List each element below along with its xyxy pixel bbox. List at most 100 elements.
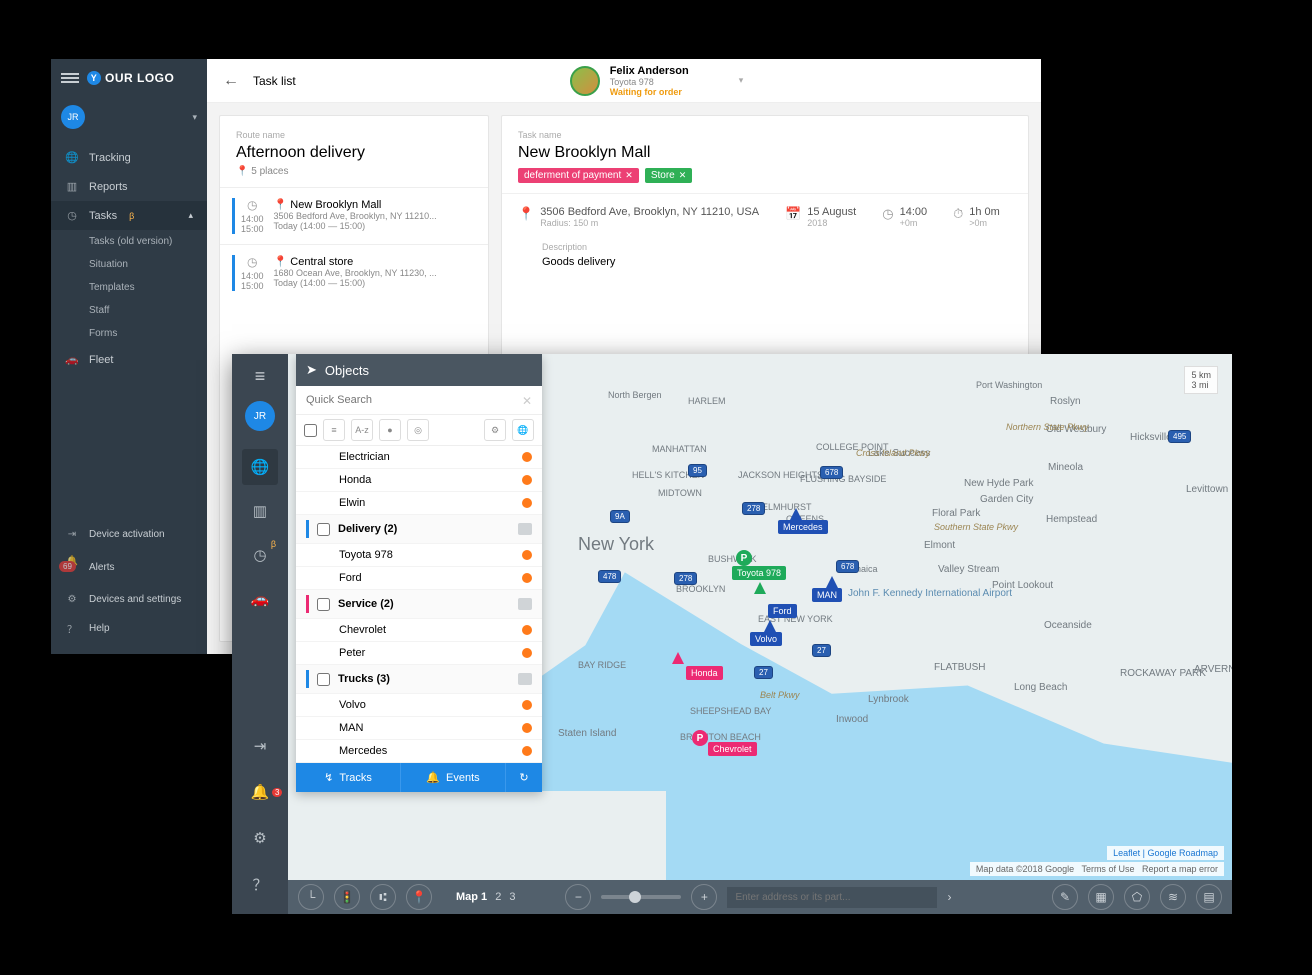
- group-checkbox[interactable]: [317, 673, 330, 686]
- ruler-button[interactable]: └: [298, 884, 324, 910]
- target-icon[interactable]: ◎: [407, 419, 429, 441]
- task-address: 📍 3506 Bedford Ave, Brooklyn, NY 11210, …: [518, 206, 759, 228]
- close-icon[interactable]: ✕: [625, 170, 633, 181]
- object-item[interactable]: Peter: [296, 642, 542, 665]
- map-pin[interactable]: P: [736, 550, 752, 566]
- object-group[interactable]: Delivery (2): [296, 515, 542, 544]
- vehicle-marker[interactable]: Chevrolet: [708, 742, 757, 756]
- route-task-item[interactable]: ◷14:0015:00 📍 Central store 1680 Ocean A…: [220, 244, 488, 301]
- nav-fleet[interactable]: 🚗: [242, 581, 278, 617]
- nav-fleet[interactable]: 🚗Fleet: [51, 345, 207, 374]
- geofence-button[interactable]: ▦: [1088, 884, 1114, 910]
- map-attribution[interactable]: Map data ©2018 Google Terms of Use Repor…: [970, 862, 1224, 876]
- poi-button[interactable]: ⬠: [1124, 884, 1150, 910]
- nav-situation[interactable]: Situation: [51, 253, 207, 276]
- select-all-checkbox[interactable]: [304, 424, 317, 437]
- history-button[interactable]: ↻: [506, 763, 542, 792]
- map-tab[interactable]: Map 1: [456, 891, 487, 903]
- group-checkbox[interactable]: [317, 523, 330, 536]
- route-task-item[interactable]: ◷14:0015:00 📍 New Brooklyn Mall 3506 Bed…: [220, 187, 488, 244]
- vehicle-marker[interactable]: Ford: [768, 604, 797, 618]
- menu-icon[interactable]: [61, 71, 79, 85]
- nav-alerts[interactable]: 🔔3: [242, 774, 278, 810]
- zoom-out-button[interactable]: −: [565, 884, 591, 910]
- nav-tasks[interactable]: ◷Tasksβ▴: [51, 201, 207, 230]
- back-button[interactable]: ←: [223, 72, 239, 90]
- message-icon[interactable]: [518, 523, 532, 535]
- nav-settings[interactable]: ⚙: [242, 820, 278, 856]
- map-tab[interactable]: 3: [509, 891, 515, 903]
- vehicle-marker[interactable]: Volvo: [750, 632, 782, 646]
- menu-icon[interactable]: ≡: [255, 366, 266, 387]
- nav-forms[interactable]: Forms: [51, 322, 207, 345]
- object-group[interactable]: Service (2): [296, 590, 542, 619]
- map-scale: 5 km3 mi: [1184, 366, 1218, 394]
- group-checkbox[interactable]: [317, 598, 330, 611]
- object-item[interactable]: Elwin: [296, 492, 542, 515]
- map-tab[interactable]: 2: [495, 891, 501, 903]
- object-item[interactable]: Electrician: [296, 446, 542, 469]
- map-attribution[interactable]: Leaflet | Google Roadmap: [1107, 846, 1224, 860]
- settings-icon[interactable]: ⚙: [484, 419, 506, 441]
- zoom-in-button[interactable]: +: [691, 884, 717, 910]
- nav-templates[interactable]: Templates: [51, 276, 207, 299]
- traffic-button[interactable]: 🚦: [334, 884, 360, 910]
- globe-icon[interactable]: 🌐: [512, 419, 534, 441]
- status-filter-icon[interactable]: ●: [379, 419, 401, 441]
- tab-events[interactable]: 🔔Events: [401, 763, 506, 792]
- nav-devices[interactable]: ⚙Devices and settings: [51, 586, 207, 613]
- vehicle-marker[interactable]: Mercedes: [778, 520, 828, 534]
- grid-button[interactable]: ▤: [1196, 884, 1222, 910]
- message-icon[interactable]: [518, 598, 532, 610]
- close-icon[interactable]: ✕: [679, 170, 687, 181]
- object-item[interactable]: Toyota 978: [296, 544, 542, 567]
- nav-reports[interactable]: ▥Reports: [51, 172, 207, 201]
- driver-selector[interactable]: Felix Anderson Toyota 978 Waiting for or…: [570, 65, 744, 97]
- task-tag[interactable]: Store✕: [645, 168, 692, 183]
- nav-device-activation[interactable]: ⇥: [242, 728, 278, 764]
- route-label: Route name: [236, 130, 472, 140]
- nav-staff[interactable]: Staff: [51, 299, 207, 322]
- user-avatar[interactable]: JR: [245, 401, 275, 431]
- message-icon[interactable]: [518, 673, 532, 685]
- sort-button[interactable]: A-z: [351, 419, 373, 441]
- app-logo: Y OUR LOGO: [87, 71, 174, 85]
- task-tag[interactable]: deferment of payment✕: [518, 168, 639, 183]
- nav-help[interactable]: ？Help: [51, 613, 207, 644]
- object-item[interactable]: Chevrolet: [296, 619, 542, 642]
- help-icon: ？: [65, 621, 79, 636]
- address-input[interactable]: [727, 887, 937, 908]
- map-pin[interactable]: P: [692, 730, 708, 746]
- pin-icon: 📍: [274, 199, 288, 211]
- object-item[interactable]: Honda: [296, 469, 542, 492]
- object-item[interactable]: Mercedes: [296, 740, 542, 763]
- object-item[interactable]: Volvo: [296, 694, 542, 717]
- nav-tracking[interactable]: 🌐Tracking: [51, 143, 207, 172]
- nav-alerts[interactable]: 🔔69Alerts: [51, 548, 207, 586]
- tracking-window: ≡ JR 🌐 ▥ ◷β 🚗 ⇥ 🔔3 ⚙ ？ New York Rutherfo…: [232, 354, 1232, 914]
- user-menu[interactable]: JR ▾: [51, 97, 207, 143]
- share-button[interactable]: ⑆: [370, 884, 396, 910]
- object-item[interactable]: MAN: [296, 717, 542, 740]
- nav-tasks[interactable]: ◷β: [242, 537, 278, 573]
- nav-device-activation[interactable]: ⇥Device activation: [51, 521, 207, 548]
- nav-reports[interactable]: ▥: [242, 493, 278, 529]
- draw-button[interactable]: ✎: [1052, 884, 1078, 910]
- list-view-icon[interactable]: ≡: [323, 419, 345, 441]
- nav-help[interactable]: ？: [242, 866, 278, 902]
- nav-tasks-old[interactable]: Tasks (old version): [51, 230, 207, 253]
- layers-button[interactable]: ≋: [1160, 884, 1186, 910]
- search-input[interactable]: [296, 386, 542, 415]
- clear-icon[interactable]: ✕: [522, 394, 532, 408]
- vehicle-marker[interactable]: MAN: [812, 588, 842, 602]
- go-icon[interactable]: ›: [947, 890, 951, 904]
- object-label: MAN: [339, 722, 363, 734]
- object-item[interactable]: Ford: [296, 567, 542, 590]
- tab-tracks[interactable]: ↯Tracks: [296, 763, 401, 792]
- vehicle-marker[interactable]: Toyota 978: [732, 566, 786, 580]
- zoom-slider[interactable]: [601, 895, 681, 899]
- pin-button[interactable]: 📍: [406, 884, 432, 910]
- object-group[interactable]: Trucks (3): [296, 665, 542, 694]
- nav-tracking[interactable]: 🌐: [242, 449, 278, 485]
- vehicle-marker[interactable]: Honda: [686, 666, 723, 680]
